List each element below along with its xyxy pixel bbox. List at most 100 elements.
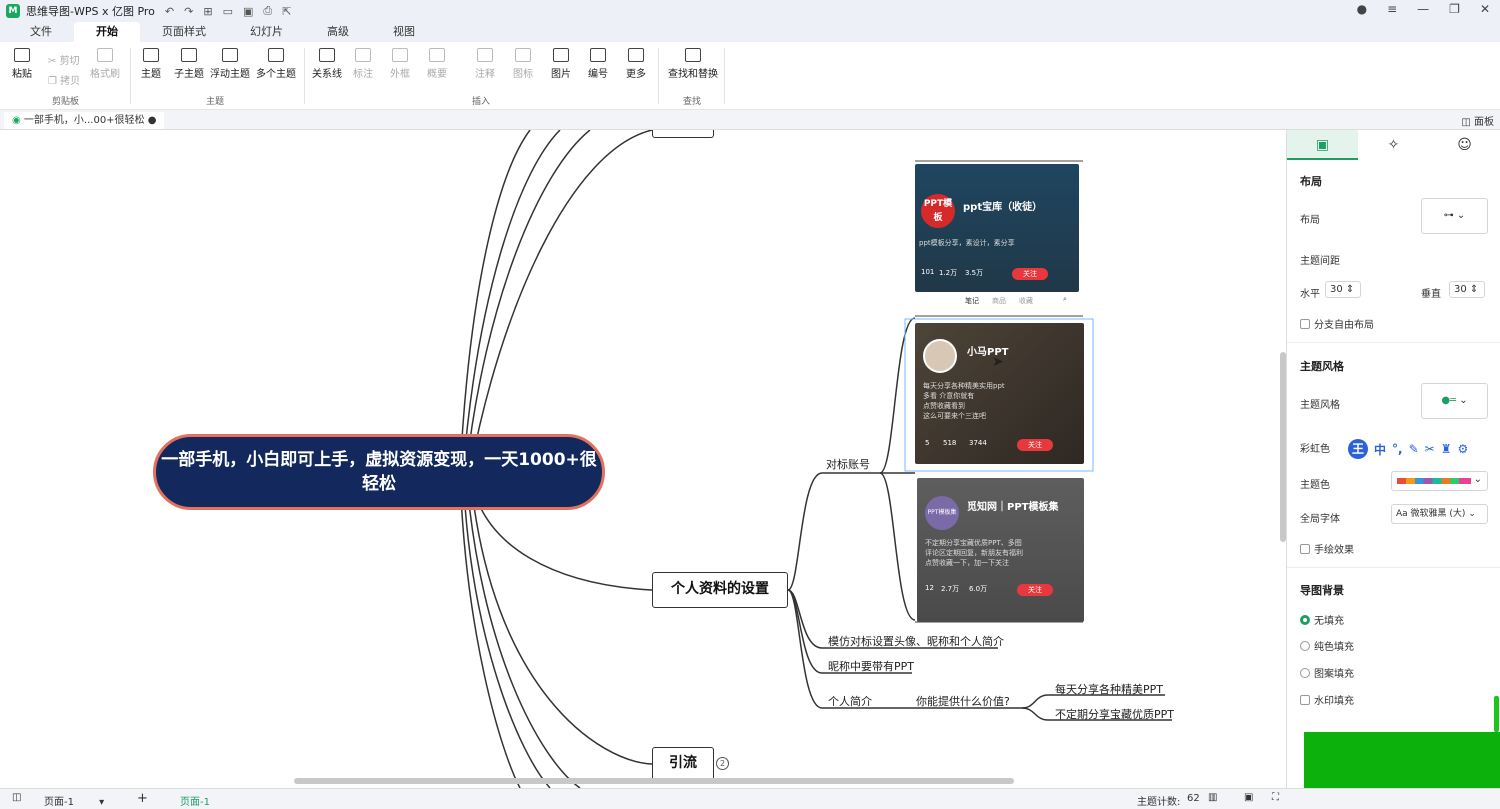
- bg-none-radio[interactable]: 无填充: [1300, 612, 1344, 627]
- collapse-count-badge[interactable]: 2: [716, 757, 729, 770]
- maximize-icon[interactable]: ❐: [1449, 2, 1460, 16]
- image-button[interactable]: 图片: [551, 48, 571, 80]
- subtopic-value-a2[interactable]: 不定期分享宝藏优质PPT: [1055, 706, 1174, 722]
- tab-view[interactable]: 视图: [371, 22, 437, 42]
- format-painter-button[interactable]: 格式刷: [90, 48, 120, 80]
- vertical-label: 垂直: [1421, 289, 1441, 300]
- print-icon[interactable]: ⎙: [263, 4, 272, 18]
- topic-style-select[interactable]: ●═ ⌄: [1421, 383, 1488, 419]
- bg-watermark-checkbox[interactable]: 水印填充: [1300, 692, 1354, 707]
- frame-button[interactable]: 外框: [390, 48, 410, 80]
- bg-pattern-radio[interactable]: 图案填充: [1300, 665, 1354, 680]
- root-topic[interactable]: 一部手机，小白即可上手，虚拟资源变现，一天1000+很轻松: [153, 434, 605, 510]
- find-replace-button[interactable]: 查找和替换: [668, 48, 718, 80]
- chevron-down-icon: ▾: [99, 797, 105, 808]
- tab-page-style[interactable]: 页面样式: [140, 22, 228, 42]
- subtopic-benchmark[interactable]: 对标账号: [826, 456, 870, 472]
- topic-partial[interactable]: [652, 130, 714, 138]
- profile-screenshot-3[interactable]: PPT模板集 觅知网｜PPT模板集 不定期分享宝藏优质PPT、多图 评论区定期回…: [917, 478, 1084, 622]
- panel-tab-style[interactable]: ▣: [1287, 130, 1358, 160]
- save-icon[interactable]: ▣: [243, 5, 253, 18]
- avatar: PPT模板: [921, 194, 955, 228]
- page-tab[interactable]: 页面-1: [180, 793, 210, 808]
- horizontal-scrollbar[interactable]: [294, 778, 1014, 784]
- subtopic-value-question[interactable]: 你能提供什么价值?: [916, 693, 1010, 709]
- fit-page-icon[interactable]: ▣: [1244, 792, 1253, 803]
- undo-icon[interactable]: ↶: [165, 5, 174, 18]
- copy-button[interactable]: ❐ 拷贝: [48, 72, 80, 87]
- cut-button[interactable]: ✂ 剪切: [48, 52, 80, 67]
- tab-file[interactable]: 文件: [8, 22, 74, 42]
- document-tab[interactable]: ◉ 一部手机，小...00+很轻松 ●: [4, 112, 165, 129]
- scissors-icon[interactable]: ✂: [1425, 442, 1435, 456]
- summary-button[interactable]: 概要: [427, 48, 447, 80]
- floating-topic-button[interactable]: 浮动主题: [210, 48, 250, 80]
- tab-notes: 笔记: [965, 297, 979, 305]
- subtopic-imitate[interactable]: 模仿对标设置头像、昵称和个人简介: [828, 633, 1004, 649]
- layout-label: 布局: [1300, 215, 1320, 226]
- theme-color-select[interactable]: ⌄: [1391, 471, 1488, 491]
- free-layout-checkbox[interactable]: 分支自由布局: [1300, 316, 1374, 331]
- panel-tab-marker[interactable]: ☺: [1429, 130, 1500, 160]
- add-page-icon[interactable]: +: [137, 791, 148, 806]
- ime-chinese-mode[interactable]: 中: [1374, 441, 1386, 458]
- ime-logo[interactable]: 王: [1348, 439, 1368, 459]
- profile-screenshot-1[interactable]: PPT模板 ppt宝库（收徒） ppt模板分享，素设计，素分享 101 1.2万…: [915, 164, 1079, 292]
- topic-traffic[interactable]: 引流: [652, 747, 714, 781]
- mindmap-canvas[interactable]: 一部手机，小白即可上手，虚拟资源变现，一天1000+很轻松 个人资料的设置 引流…: [0, 130, 1286, 788]
- relation-button[interactable]: 关系线: [312, 48, 342, 80]
- settings-icon[interactable]: ⚙: [1457, 442, 1468, 456]
- open-icon[interactable]: ▭: [223, 5, 233, 18]
- subtopic-button[interactable]: 子主题: [174, 48, 204, 80]
- subtopic-nickname[interactable]: 昵称中要带有PPT: [828, 658, 914, 674]
- menu-icon[interactable]: ≡: [1387, 2, 1397, 16]
- tab-home[interactable]: 开始: [74, 22, 140, 42]
- export-icon[interactable]: ⇱: [282, 5, 291, 18]
- horizontal-spacing-input[interactable]: 30 ⇕: [1325, 281, 1361, 298]
- page-select[interactable]: 页面-1 ▾: [44, 793, 104, 808]
- paste-button[interactable]: 粘贴: [12, 48, 32, 80]
- vertical-spacing-input[interactable]: 30 ⇕: [1449, 281, 1485, 298]
- shirt-icon[interactable]: ♜: [1441, 442, 1452, 456]
- menu-bar: 文件 开始 页面样式 幻灯片 高级 视图: [0, 22, 1500, 42]
- subtopic-icon: [181, 48, 197, 62]
- bg-solid-radio[interactable]: 纯色填充: [1300, 638, 1354, 653]
- icon-button[interactable]: 图标: [513, 48, 533, 80]
- topic-profile-settings[interactable]: 个人资料的设置: [652, 572, 788, 608]
- multi-topic-button[interactable]: 多个主题: [256, 48, 296, 80]
- hand-drawn-checkbox[interactable]: 手绘效果: [1300, 541, 1354, 556]
- panel-scrollbar[interactable]: [1494, 696, 1499, 732]
- stat-following: 101: [921, 268, 935, 276]
- layout-style-icon: ▣: [1315, 137, 1330, 153]
- profile-screenshot-2[interactable]: 小马PPT 每天分享各种精美实用ppt 多看 介意你就有 点赞收藏看到 这么可要…: [915, 323, 1084, 464]
- window-controls: ● ≡ — ❐ ✕: [1357, 2, 1490, 16]
- tab-slides[interactable]: 幻灯片: [228, 22, 305, 42]
- divider: [1287, 342, 1500, 343]
- page-list-icon[interactable]: ◫: [12, 792, 21, 803]
- minimize-icon[interactable]: —: [1417, 2, 1429, 16]
- subtopic-value-a1[interactable]: 每天分享各种精美PPT: [1055, 681, 1163, 697]
- note-button[interactable]: 注释: [475, 48, 495, 80]
- layout-select[interactable]: ⊶ ⌄: [1421, 198, 1488, 234]
- avatar: PPT模板集: [925, 496, 959, 530]
- global-font-select[interactable]: Aa 微软雅黑 (大) ⌄: [1391, 504, 1488, 524]
- redo-icon[interactable]: ↷: [184, 5, 193, 18]
- relation-icon: [319, 48, 335, 62]
- chevron-down-icon: ⌄: [1459, 395, 1468, 406]
- new-icon[interactable]: ⊞: [203, 5, 212, 18]
- pen-icon[interactable]: ✎: [1409, 442, 1419, 456]
- book-icon[interactable]: ▥: [1208, 792, 1217, 803]
- panel-toggle-button[interactable]: ◫ 面板: [1461, 113, 1494, 128]
- close-icon[interactable]: ✕: [1480, 2, 1490, 16]
- numbering-button[interactable]: 编号: [588, 48, 608, 80]
- callout-button[interactable]: 标注: [353, 48, 373, 80]
- tab-advanced[interactable]: 高级: [305, 22, 371, 42]
- subtopic-bio[interactable]: 个人简介: [828, 693, 872, 709]
- global-font-label: 全局字体: [1300, 514, 1340, 525]
- more-button[interactable]: 更多: [626, 48, 646, 80]
- panel-tab-ai[interactable]: ✧: [1358, 130, 1429, 160]
- punctuation-icon[interactable]: °,: [1392, 442, 1403, 456]
- fullscreen-icon[interactable]: ⛶: [1272, 792, 1279, 803]
- user-avatar-icon[interactable]: ●: [1357, 2, 1367, 16]
- topic-button[interactable]: 主题: [141, 48, 161, 80]
